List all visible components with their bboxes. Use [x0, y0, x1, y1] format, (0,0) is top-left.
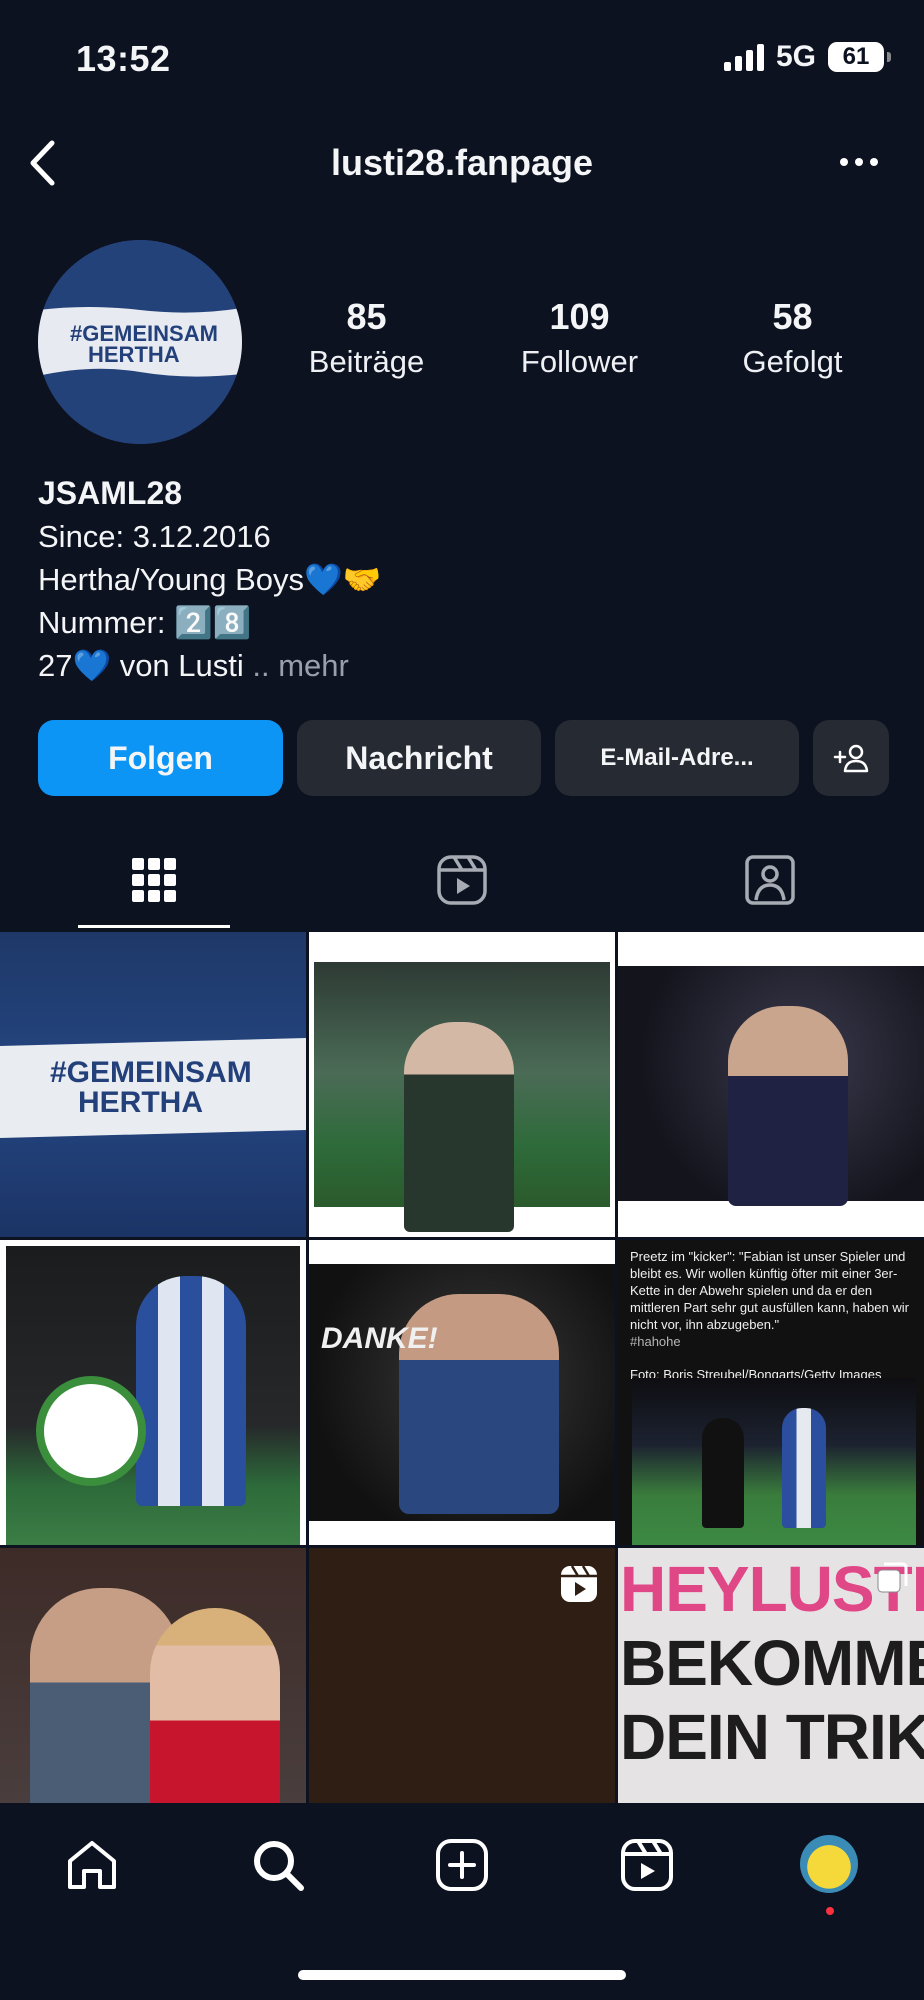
bottom-navigation [0, 1803, 924, 2000]
battery-icon: 61 [828, 42, 891, 72]
post-thumbnail[interactable] [618, 932, 924, 1237]
post-image: DANKE! [309, 1264, 615, 1521]
status-bar: 13:52 5G 61 [0, 0, 924, 118]
add-user-button[interactable] [813, 720, 889, 796]
nav-search[interactable] [248, 1835, 308, 1895]
post-text: #GEMEINSAM HERTHA [50, 1058, 252, 1118]
stat-followers-label: Follower [520, 344, 639, 379]
post-quote: Preetz im "kicker": "Fabian ist unser Sp… [630, 1249, 909, 1332]
post-image [6, 1246, 300, 1545]
post-text-line: DEIN TRIKOT [620, 1701, 924, 1773]
reels-icon [437, 855, 487, 905]
grid-icon [132, 858, 176, 902]
email-button[interactable]: E-Mail-Adre... [555, 720, 799, 796]
status-time: 13:52 [76, 38, 171, 79]
reels-icon [621, 1839, 673, 1891]
stat-followers[interactable]: 109 Follower [473, 296, 686, 380]
message-button[interactable]: Nachricht [297, 720, 541, 796]
search-icon [254, 1841, 304, 1891]
nav-reels[interactable] [617, 1835, 677, 1895]
player-figure [728, 1006, 848, 1206]
nav-profile-avatar[interactable] [800, 1835, 858, 1893]
follow-button[interactable]: Folgen [38, 720, 283, 796]
post-text-line: HERTHA [78, 1086, 203, 1119]
bio-line: Hertha/Young Boys💙🤝 [38, 562, 382, 597]
reel-icon [561, 1565, 597, 1602]
profile-name: JSAML28 [38, 475, 183, 511]
stat-followers-count: 109 [549, 296, 610, 337]
carousel-icon [877, 1562, 908, 1593]
stat-posts-count: 85 [346, 296, 387, 337]
profile-header: lusti28.fanpage [0, 118, 924, 208]
avatar-image: #GEMEINSAM HERTHA [38, 240, 242, 444]
stat-following-label: Gefolgt [742, 344, 843, 379]
post-hashtag: #hahohe [630, 1334, 681, 1349]
network-type: 5G [775, 40, 816, 73]
club-logo [36, 1376, 146, 1486]
player-figure [136, 1276, 246, 1506]
tab-reels[interactable] [308, 830, 616, 930]
player-figure [404, 1022, 514, 1232]
stat-following[interactable]: 58 Gefolgt [686, 296, 899, 380]
post-image [314, 962, 610, 1232]
bio-more-link[interactable]: mehr [270, 648, 349, 683]
page-title: lusti28.fanpage [330, 142, 594, 183]
post-text-line: #GEMEINSAM [50, 1056, 252, 1089]
tab-tagged[interactable] [616, 830, 924, 930]
signal-icon [723, 43, 764, 71]
notification-dot [826, 1907, 834, 1915]
bio-line-last: 27💙 von Lusti .. mehr [38, 644, 381, 687]
post-image [632, 1378, 916, 1545]
stat-following-count: 58 [772, 296, 813, 337]
post-thumbnail[interactable]: DANKE! [309, 1240, 615, 1545]
post-text-line: BEKOMME ICH [620, 1627, 924, 1699]
bio-last-text: 27💙 von Lusti [38, 648, 244, 683]
home-indicator [298, 1970, 626, 1980]
profile-actions: Folgen Nachricht E-Mail-Adre... [38, 720, 889, 796]
tagged-icon [745, 855, 795, 905]
home-icon [68, 1841, 116, 1889]
content-tabs [0, 830, 924, 930]
create-icon [436, 1839, 488, 1891]
post-thumbnail[interactable]: Preetz im "kicker": "Fabian ist unser Sp… [618, 1240, 924, 1545]
profile-stats: 85 Beiträge 109 Follower 58 Gefolgt [260, 296, 900, 380]
post-thumbnail[interactable] [309, 932, 615, 1237]
add-user-icon [833, 744, 869, 773]
stat-posts-label: Beiträge [308, 344, 425, 379]
nav-create[interactable] [432, 1835, 492, 1895]
profile-bio: JSAML28 Since: 3.12.2016 Hertha/Young Bo… [38, 472, 381, 687]
more-options-button[interactable] [834, 142, 884, 182]
avatar-tag-line2: HERTHA [88, 342, 180, 367]
tab-posts-grid[interactable] [0, 830, 308, 930]
bio-line: Since: 3.12.2016 [38, 519, 271, 554]
profile-avatar[interactable]: #GEMEINSAM HERTHA [38, 240, 242, 444]
post-text: DANKE! [321, 1322, 438, 1355]
post-thumbnail[interactable]: #GEMEINSAM HERTHA [0, 932, 306, 1237]
post-grid: #GEMEINSAM HERTHA DANKE! Preetz im "kick… [0, 932, 924, 1853]
stat-posts[interactable]: 85 Beiträge [260, 296, 473, 380]
status-indicators: 5G 61 [723, 40, 891, 74]
bio-ellipsis: .. [243, 648, 270, 683]
more-horizontal-icon [840, 158, 878, 166]
bio-line: Nummer: 2️⃣8️⃣ [38, 605, 252, 640]
post-thumbnail[interactable] [0, 1240, 306, 1545]
nav-home[interactable] [62, 1835, 122, 1895]
post-image [618, 966, 924, 1206]
